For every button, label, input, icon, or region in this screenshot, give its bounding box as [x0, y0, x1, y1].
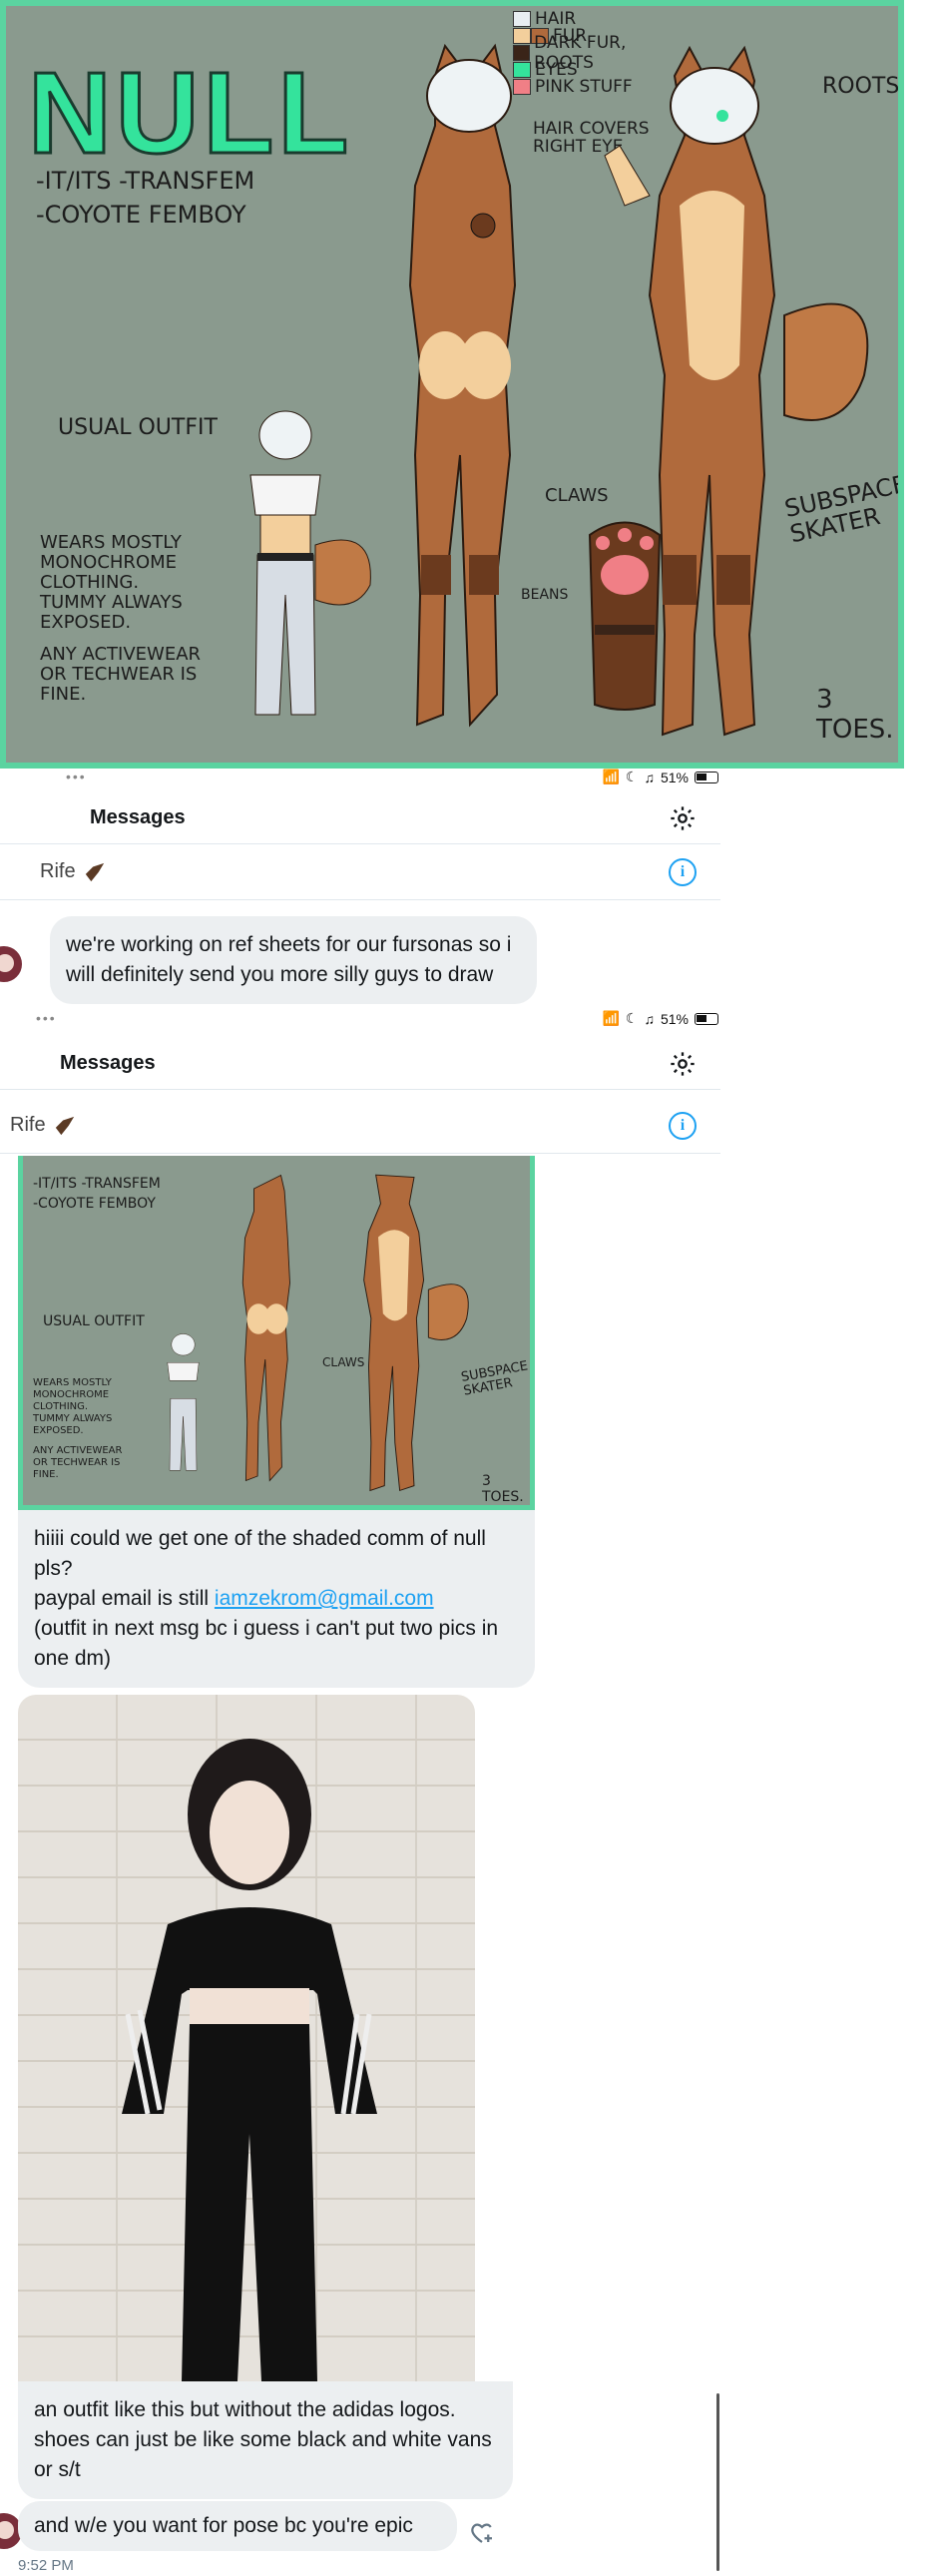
person-silhouette [122, 1739, 377, 2381]
message-text: (outfit in next msg bc i guess i can't p… [34, 1617, 499, 1670]
contact-name: Rife [10, 1114, 46, 1136]
dots-icon: ••• [36, 1010, 57, 1026]
message-text: paypal email is still iamzekrom@gmail.co… [34, 1587, 434, 1610]
info-icon[interactable]: i [669, 858, 697, 886]
battery-percent: 51% [660, 769, 689, 785]
status-bar: ••• 📶 ☾ ♫ 51% [0, 1002, 720, 1034]
claws-label: CLAWS [545, 485, 609, 506]
mini-character-info: -IT/ITS -TRANSFEM -COYOTE FEMBOY [33, 1176, 161, 1212]
status-bar: ••• 📶 ☾ ♫ 51% [0, 761, 720, 792]
battery-percent: 51% [660, 1010, 689, 1027]
conversation-header: Rife i [0, 844, 720, 900]
mini-activewear-description: ANY ACTIVEWEAR OR TECHWEAR IS FINE. [33, 1445, 123, 1480]
add-reaction-icon[interactable] [467, 2517, 497, 2547]
message-bubble: an outfit like this but without the adid… [18, 2381, 513, 2499]
mini-outfit-figure [167, 1333, 200, 1471]
headphones-icon: ♫ [644, 769, 655, 785]
message-timestamp: 9:52 PM [18, 2557, 74, 2574]
attached-ref-sheet-image[interactable]: -IT/ITS -TRANSFEM -COYOTE FEMBOY USUAL O… [18, 1156, 535, 1510]
bird-emoji-icon [55, 1116, 74, 1135]
gear-icon[interactable] [669, 804, 697, 832]
character-name: NULL [26, 47, 353, 180]
status-icons: 📶 ☾ ♫ 51% [602, 1010, 718, 1027]
message-bubble: and w/e you want for pose bc you're epic [18, 2501, 457, 2551]
mini-claws-label: CLAWS [322, 1355, 365, 1369]
wifi-icon: 📶 [602, 769, 620, 784]
species-line: -COYOTE FEMBOY [36, 201, 246, 229]
toes-label: 3 TOES. [816, 685, 894, 745]
outfit-figure [249, 410, 371, 716]
headphones-icon: ♫ [644, 1010, 655, 1027]
messages-header: Messages [0, 792, 720, 844]
dots-icon: ••• [66, 769, 87, 784]
legend-row-hair: HAIR [513, 9, 683, 29]
info-icon[interactable]: i [669, 1112, 697, 1140]
mini-outfit-description: WEARS MOSTLY MONOCHROME CLOTHING. TUMMY … [33, 1377, 113, 1436]
wifi-icon: 📶 [602, 1010, 620, 1026]
messages-header: Messages [0, 1038, 720, 1090]
pronouns-line: -IT/ITS -TRANSFEM [36, 167, 255, 195]
conversation-name[interactable]: Rife [40, 860, 106, 883]
mini-outfit-label: USUAL OUTFIT [43, 1313, 145, 1329]
beans-label: BEANS [521, 587, 569, 603]
contact-name: Rife [40, 860, 76, 882]
gear-icon[interactable] [669, 1050, 697, 1078]
activewear-description: ANY ACTIVEWEAR OR TECHWEAR IS FINE. [40, 644, 202, 705]
email-link[interactable]: iamzekrom@gmail.com [215, 1587, 434, 1610]
page-title: Messages [90, 806, 186, 828]
battery-icon [695, 1012, 718, 1025]
outfit-description: WEARS MOSTLY MONOCHROME CLOTHING. TUMMY … [40, 532, 183, 633]
mini-front-figure [363, 1174, 469, 1492]
moon-icon: ☾ [625, 1010, 639, 1026]
mini-toes-label: 3 TOES. [482, 1473, 524, 1505]
usual-outfit-label: USUAL OUTFIT [58, 415, 218, 440]
character-info: -IT/ITS -TRANSFEM -COYOTE FEMBOY [36, 164, 254, 232]
message-bubble: we're working on ref sheets for our furs… [50, 916, 537, 1004]
back-view-figure [408, 43, 517, 728]
battery-icon [695, 771, 718, 783]
mini-back-figure [241, 1174, 290, 1482]
outfit-reference-photo[interactable] [18, 1695, 475, 2381]
status-icons: 📶 ☾ ♫ 51% [602, 769, 718, 785]
page-title: Messages [60, 1052, 156, 1074]
message-bubble: hiiii could we get one of the shaded com… [18, 1510, 535, 1688]
moon-icon: ☾ [625, 769, 639, 784]
paw-figure [588, 521, 662, 711]
avatar[interactable] [0, 944, 24, 984]
message-text: hiiii could we get one of the shaded com… [34, 1527, 486, 1580]
conversation-name[interactable]: Rife [10, 1114, 76, 1137]
scrollbar[interactable] [716, 2393, 719, 2571]
bird-emoji-icon [85, 862, 104, 881]
reference-sheet-image: NULL -IT/ITS -TRANSFEM -COYOTE FEMBOY HA… [0, 0, 904, 769]
conversation-header: Rife i [0, 1098, 720, 1154]
